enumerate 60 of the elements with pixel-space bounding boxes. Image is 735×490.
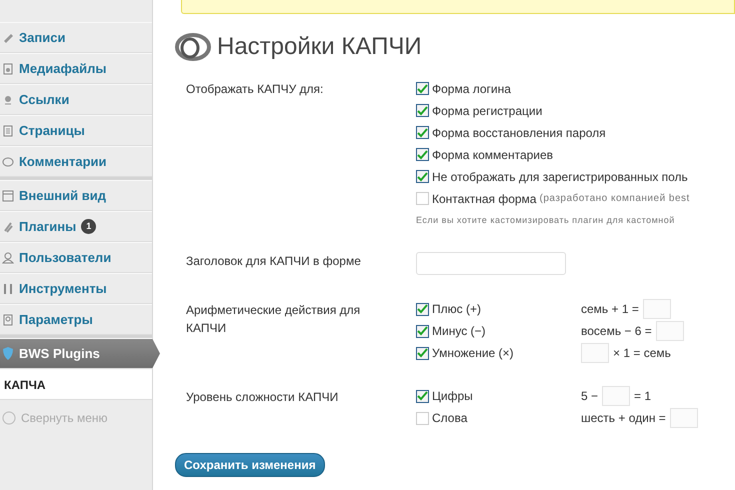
checkbox[interactable]	[416, 104, 429, 117]
sidebar-item[interactable]: Внешний вид	[0, 180, 152, 211]
checkbox[interactable]	[416, 324, 429, 338]
example-text: × 1 = семь	[613, 345, 671, 362]
option-label: Форма комментариев	[432, 146, 554, 164]
sidebar-item[interactable]: Инструменты	[0, 273, 152, 304]
field-label: Отображать КАПЧУ для:	[186, 82, 324, 96]
checkbox[interactable]	[416, 302, 429, 316]
sidebar-item[interactable]: Медиафайлы	[0, 53, 152, 84]
option-label: Форма логина	[432, 80, 511, 98]
field-label: Заголовок для КАПЧИ в форме	[186, 254, 361, 268]
appearance-icon	[2, 190, 14, 202]
sidebar-item[interactable]: Комментарии	[0, 146, 152, 177]
sidebar-item[interactable]: Пользователи	[0, 242, 152, 273]
option-label: Контактная форма	[432, 190, 536, 208]
option-label: Умножение (×)	[432, 345, 514, 362]
sidebar-item[interactable]: Ссылки	[0, 84, 152, 115]
option-note: (разработано компанией best	[539, 192, 690, 206]
option-label: Минус (−)	[432, 323, 486, 340]
example-text: шесть + один =	[581, 410, 666, 427]
option-label: Слова	[432, 410, 468, 427]
settings-icon	[2, 314, 14, 326]
checkbox[interactable]	[416, 170, 429, 183]
example-text: 5 −	[581, 388, 598, 405]
collapse-icon	[2, 411, 16, 425]
shield-icon	[2, 347, 14, 360]
media-icon	[2, 62, 14, 74]
example-text: = 1	[634, 388, 652, 405]
sidebar-item[interactable]: BWS Plugins	[0, 338, 160, 369]
help-text: Если вы хотите кастомизировать плагин для кастомной	[416, 214, 676, 227]
option-label: Форма регистрации	[432, 102, 542, 120]
count-badge: 1	[81, 218, 96, 234]
user-icon	[2, 252, 14, 264]
comment-icon	[2, 156, 14, 168]
field-label: Арифметические действия для КАПЧИ	[186, 302, 360, 334]
plug-icon	[2, 220, 14, 232]
option-label: Цифры	[432, 388, 473, 405]
checkbox[interactable]	[416, 126, 429, 139]
sidebar-item[interactable]: Параметры	[0, 304, 152, 335]
checkbox[interactable]	[416, 148, 429, 161]
link-icon	[2, 94, 14, 106]
sidebar-item[interactable]: Записи	[0, 22, 152, 53]
page-title: Настройки КАПЧИ	[217, 32, 422, 62]
checkbox[interactable]	[416, 82, 429, 95]
option-label: Не отображать для зарегистрированных поль	[432, 168, 688, 186]
example-text: семь + 1 =	[581, 301, 639, 318]
pin-icon	[2, 32, 14, 44]
sidebar-item[interactable]: Плагины 1	[0, 211, 152, 242]
example-text: восемь − 6 =	[581, 323, 652, 340]
save-button[interactable]: Сохранить изменения	[175, 452, 325, 476]
option-label: Форма восстановления пароля	[432, 124, 606, 142]
logo-icon	[175, 32, 211, 62]
option-label: Плюс (+)	[432, 301, 481, 318]
page-icon	[2, 124, 14, 136]
sidebar-item[interactable]: КАПЧА	[0, 369, 152, 400]
checkbox[interactable]	[416, 390, 429, 402]
field-label: Уровень сложности КАПЧИ	[186, 390, 338, 404]
text-field[interactable]	[416, 252, 566, 274]
checkbox[interactable]	[416, 346, 429, 360]
sidebar-item[interactable]: Страницы	[0, 115, 152, 146]
